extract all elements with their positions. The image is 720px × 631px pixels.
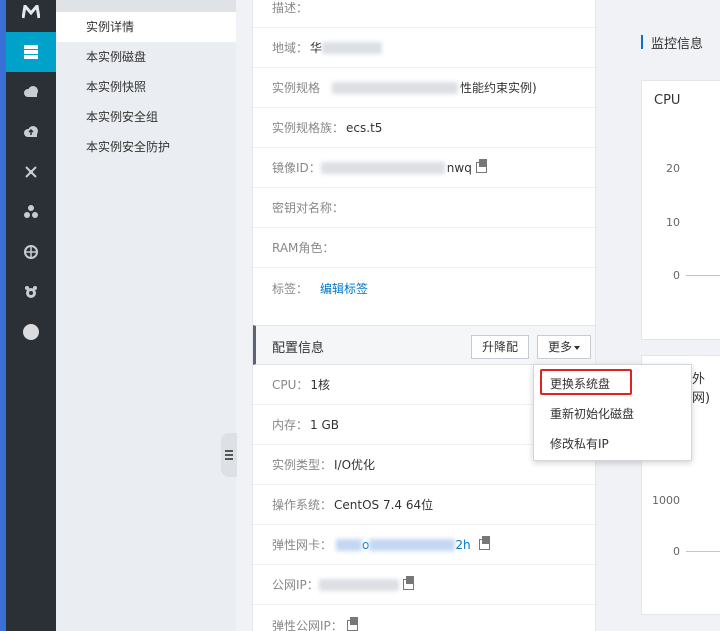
eip-row: 弹性公网IP：: [253, 605, 595, 631]
os-value: CentOS 7.4 64位: [334, 498, 434, 512]
public-ip-row: 公网IP：: [253, 565, 595, 605]
region-row: 地域： 华: [253, 28, 595, 68]
ram-row: RAM角色：: [253, 228, 595, 268]
y-tick-label: 0: [673, 269, 680, 282]
cpu-series-line: [686, 275, 720, 276]
circle-icon[interactable]: [6, 312, 56, 352]
os-label: 操作系统：: [272, 498, 333, 512]
spec-row: 实例规格 性能约束实例): [253, 68, 595, 108]
redacted-block: [369, 538, 456, 551]
family-label: 实例规格族：: [272, 121, 345, 135]
region-value: 华: [310, 41, 323, 55]
instance-type-value: I/O优化: [334, 458, 376, 472]
y-tick-label: 10: [666, 216, 680, 229]
settings-icon[interactable]: [6, 272, 56, 312]
chevron-down-icon: [574, 345, 581, 350]
server-icon[interactable]: [6, 32, 56, 72]
config-header: 配置信息 升降配 更多: [253, 325, 595, 365]
y-tick-label: 20: [666, 162, 680, 175]
tags-row: 标签： 编辑标签: [253, 268, 595, 308]
redacted-block: [332, 81, 459, 94]
cloud-icon[interactable]: [6, 72, 56, 112]
redacted-block: [322, 41, 383, 54]
cpu-label: CPU：: [272, 378, 309, 392]
subnav-item-security-groups[interactable]: 本实例安全组: [56, 102, 236, 132]
image-value: nwq: [446, 160, 472, 175]
config-title: 配置信息: [272, 341, 325, 356]
image-label: 镜像ID：: [272, 161, 321, 175]
monitor-title: 监控信息: [641, 33, 703, 52]
network-chart-title: 外网): [692, 372, 711, 406]
more-label: 更多: [548, 340, 573, 354]
eni-label: 弹性网卡：: [272, 538, 333, 552]
copy-icon[interactable]: [475, 159, 487, 173]
keypair-label: 密钥对名称：: [272, 201, 345, 215]
m-logo[interactable]: [6, 0, 56, 32]
subnav-item-details[interactable]: 实例详情: [56, 12, 236, 42]
family-value: ecs.t5: [346, 120, 383, 135]
copy-icon[interactable]: [346, 616, 358, 631]
icon-rail: [6, 0, 56, 631]
collapse-sidebar-button[interactable]: [221, 433, 237, 477]
subnav-item-security-protection[interactable]: 本实例安全防护: [56, 132, 236, 162]
description-row: 描述：: [253, 0, 595, 28]
instance-subnav: 实例详情 本实例磁盘 本实例快照 本实例安全组 本实例安全防护: [56, 0, 236, 631]
y-tick-label: 0: [673, 545, 680, 558]
keypair-row: 密钥对名称：: [253, 188, 595, 228]
memory-label: 内存：: [272, 418, 309, 432]
eni-value[interactable]: 2h: [455, 538, 470, 552]
more-dropdown-menu: 更换系统盘 重新初始化磁盘 修改私有IP: [533, 364, 692, 461]
upgrade-button[interactable]: 升降配: [471, 335, 530, 359]
menu-item-modify-private-ip[interactable]: 修改私有IP: [534, 429, 691, 459]
eni-row: 弹性网卡： o 2h: [253, 525, 595, 565]
cloud-upload-icon[interactable]: [6, 112, 56, 152]
description-label: 描述：: [272, 1, 309, 15]
eip-label: 弹性公网IP：: [272, 618, 343, 631]
redacted-block: [318, 578, 399, 591]
memory-value: 1 GB: [310, 417, 339, 432]
highlight-box: [540, 369, 632, 395]
subnav-item-snapshots[interactable]: 本实例快照: [56, 72, 236, 102]
copy-icon[interactable]: [402, 576, 414, 590]
collapse-icon: [225, 448, 233, 462]
image-row: 镜像ID： nwq: [253, 148, 595, 188]
family-row: 实例规格族： ecs.t5: [253, 108, 595, 148]
more-button[interactable]: 更多: [537, 335, 592, 359]
region-label: 地域：: [272, 41, 309, 55]
redacted-block: [336, 538, 363, 551]
menu-item-reinit-disk[interactable]: 重新初始化磁盘: [534, 399, 691, 429]
subnav-item-disks[interactable]: 本实例磁盘: [56, 42, 236, 72]
os-row: 操作系统： CentOS 7.4 64位: [253, 485, 595, 525]
tags-label: 标签：: [272, 281, 309, 296]
network-series-line: [686, 551, 720, 552]
spec-label: 实例规格: [272, 81, 321, 95]
subnav-top-strip: [56, 0, 236, 12]
globe-icon[interactable]: [6, 232, 56, 272]
cpu-value: 1核: [310, 378, 331, 392]
y-tick-label: 1000: [652, 494, 680, 507]
redacted-block: [320, 161, 445, 174]
cluster-icon[interactable]: [6, 192, 56, 232]
ram-label: RAM角色：: [272, 241, 335, 255]
spec-value: 性能约束实例): [460, 81, 537, 95]
network-icon[interactable]: [6, 152, 56, 192]
public-ip-label: 公网IP：: [272, 578, 319, 592]
cpu-chart-title: CPU: [654, 93, 681, 108]
edit-tags-link[interactable]: 编辑标签: [320, 280, 368, 297]
instance-info-card: 描述： 地域： 华 实例规格 性能约束实例) 实例规格族： ecs.t5 镜像I…: [252, 0, 596, 631]
eni-prefix[interactable]: o: [362, 538, 369, 552]
cpu-chart-panel: CPU 20 10 0: [641, 80, 720, 340]
copy-icon[interactable]: [478, 536, 490, 550]
instance-type-label: 实例类型：: [272, 458, 333, 472]
